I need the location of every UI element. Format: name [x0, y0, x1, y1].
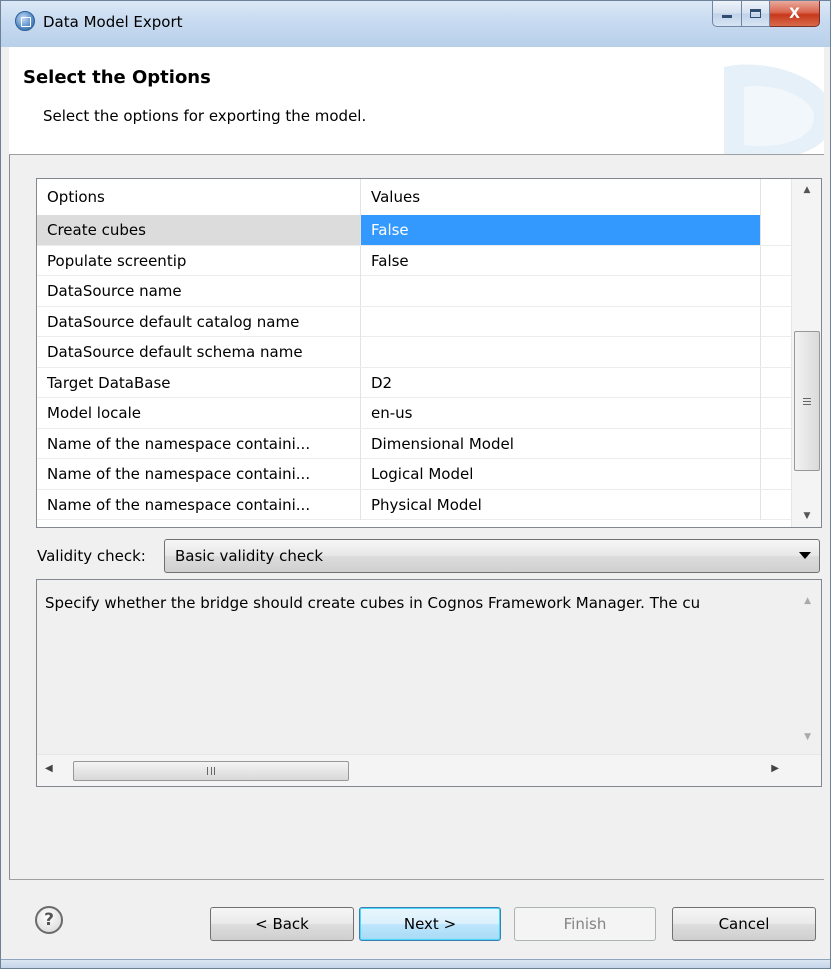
column-header-options[interactable]: Options	[37, 179, 361, 215]
option-cell: Name of the namespace containi...	[37, 428, 361, 459]
dialog-window: Data Model Export X Select the Options S…	[0, 0, 831, 969]
table-row[interactable]: Name of the namespace containi... Dimens…	[37, 428, 791, 459]
option-cell: DataSource default catalog name	[37, 306, 361, 337]
description-horizontal-scrollbar[interactable]: ◀ ▶	[37, 754, 821, 786]
option-cell: DataSource name	[37, 276, 361, 306]
option-cell: DataSource default schema name	[37, 337, 361, 367]
table-row[interactable]: Create cubes False	[37, 215, 791, 246]
option-description-box: Specify whether the bridge should create…	[36, 579, 822, 787]
option-description-text: Specify whether the bridge should create…	[45, 594, 701, 612]
window-controls: X	[712, 1, 820, 27]
window-bottom-edge	[1, 959, 830, 968]
table-row[interactable]: DataSource name	[37, 276, 791, 307]
footer-divider	[9, 879, 824, 880]
wizard-header: Select the Options Select the options fo…	[9, 47, 824, 155]
value-cell[interactable]: Logical Model	[361, 459, 761, 489]
option-cell: Create cubes	[37, 215, 361, 245]
scroll-left-icon[interactable]: ◀	[45, 763, 53, 774]
table-body: Create cubes False Populate screentip Fa…	[37, 215, 791, 520]
value-cell[interactable]: D2	[361, 367, 761, 398]
value-cell[interactable]: en-us	[361, 398, 761, 428]
table-row[interactable]: Populate screentip False	[37, 245, 791, 276]
value-cell[interactable]: Dimensional Model	[361, 428, 761, 459]
page-title: Select the Options	[23, 67, 211, 88]
options-table: Options Values Create cubes False Popula…	[36, 178, 822, 528]
page-description: Select the options for exporting the mod…	[43, 107, 367, 125]
scroll-down-icon[interactable]: ▼	[792, 505, 821, 527]
maximize-button[interactable]	[742, 1, 770, 27]
table-row[interactable]: Name of the namespace containi... Physic…	[37, 489, 791, 520]
title-bar[interactable]: Data Model Export X	[1, 1, 830, 47]
table-row[interactable]: Name of the namespace containi... Logica…	[37, 459, 791, 490]
maximize-icon	[750, 9, 761, 18]
table-vertical-scrollbar[interactable]: ▲ ▼	[791, 179, 821, 527]
value-cell[interactable]	[361, 337, 761, 367]
left-frame-divider	[9, 155, 10, 879]
grip-icon	[207, 767, 215, 775]
validity-check-dropdown[interactable]: Basic validity check	[164, 539, 820, 573]
validity-check-value: Basic validity check	[175, 547, 324, 565]
minimize-button[interactable]	[712, 1, 742, 27]
value-cell[interactable]	[361, 276, 761, 306]
close-icon: X	[789, 5, 800, 22]
grip-icon	[803, 397, 811, 405]
scroll-up-icon[interactable]: ▲	[804, 596, 811, 606]
minimize-icon	[722, 15, 732, 18]
header-watermark-icon	[724, 64, 824, 154]
option-cell: Target DataBase	[37, 367, 361, 398]
scroll-right-icon[interactable]: ▶	[771, 763, 779, 774]
scroll-up-icon[interactable]: ▲	[792, 179, 821, 201]
scrollbar-thumb[interactable]	[794, 331, 820, 471]
table-row[interactable]: DataSource default schema name	[37, 337, 791, 368]
column-header-values[interactable]: Values	[361, 179, 761, 215]
window-title: Data Model Export	[43, 13, 183, 31]
value-cell[interactable]	[361, 306, 761, 337]
column-header-filler	[761, 179, 791, 215]
table-row[interactable]: Model locale en-us	[37, 398, 791, 429]
scrollbar-thumb[interactable]	[73, 761, 349, 781]
help-glyph: ?	[44, 910, 54, 930]
help-icon[interactable]: ?	[35, 906, 63, 934]
chevron-down-icon	[799, 552, 811, 559]
table-row[interactable]: Target DataBase D2	[37, 367, 791, 398]
option-cell: Model locale	[37, 398, 361, 428]
back-button[interactable]: < Back	[210, 907, 354, 941]
app-icon	[15, 11, 35, 31]
value-cell[interactable]: False	[361, 215, 761, 245]
scroll-down-icon[interactable]: ▼	[804, 732, 811, 742]
option-cell: Populate screentip	[37, 245, 361, 276]
option-cell: Name of the namespace containi...	[37, 489, 361, 520]
finish-button[interactable]: Finish	[514, 907, 656, 941]
validity-check-label: Validity check:	[37, 547, 146, 565]
value-cell[interactable]: Physical Model	[361, 489, 761, 520]
option-cell: Name of the namespace containi...	[37, 459, 361, 489]
close-button[interactable]: X	[770, 1, 820, 27]
cancel-button[interactable]: Cancel	[672, 907, 816, 941]
value-cell[interactable]: False	[361, 245, 761, 276]
table-row[interactable]: DataSource default catalog name	[37, 306, 791, 337]
next-button[interactable]: Next >	[359, 907, 501, 941]
